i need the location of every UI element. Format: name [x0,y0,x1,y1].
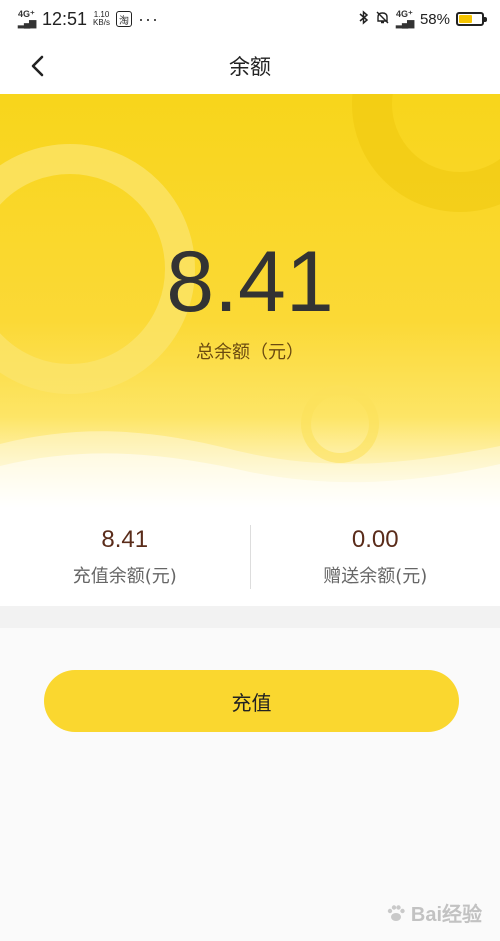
status-bar: 4G⁺ ▂▄▆ 12:51 1.10 KB/s 淘 ··· 4G⁺ ▂▄▆ 58… [0,0,500,38]
mute-icon [375,10,390,28]
battery-icon [456,12,487,26]
paw-icon [387,904,405,921]
balance-breakdown: 8.41 充值余额(元) 0.00 赠送余额(元) [0,508,500,606]
page-title: 余额 [229,55,271,79]
balance-hero: 8.41 总余额（元） [0,94,500,508]
more-notifications: ··· [137,9,159,29]
back-button[interactable] [22,50,54,82]
bluetooth-icon [359,10,369,28]
status-bar-left: 4G⁺ ▂▄▆ 12:51 1.10 KB/s 淘 ··· [18,9,159,30]
total-balance-amount: 8.41 [166,234,334,330]
bonus-balance-value: 0.00 [351,526,399,553]
recharge-balance: 8.41 充值余额(元) [0,526,250,588]
bonus-balance-label: 赠送余额(元) [323,566,428,587]
nav-bar: 余额 [0,38,500,94]
battery-percent: 58% [419,10,450,28]
network-speed: 1.10 KB/s [93,11,110,27]
section-gap [0,606,500,628]
clock: 12:51 [42,8,88,29]
recharge-balance-value: 8.41 [101,526,149,553]
speed-unit: KB/s [93,18,110,27]
recharge-button[interactable]: 充值 [44,670,459,732]
app-glyph: 淘 [118,15,129,27]
total-balance-label: 总余额（元） [196,342,304,363]
taobao-notification-icon: 淘 [115,11,132,27]
action-area: 充值 Bai经验 [0,628,500,941]
recharge-balance-label: 充值余额(元) [72,566,177,587]
battery-fill [459,15,472,23]
signal-icon: 4G⁺ ▂▄▆ [18,9,36,28]
watermark: Bai经验 [385,898,482,927]
bonus-balance: 0.00 赠送余额(元) [251,526,500,588]
signal-icon: 4G⁺ ▂▄▆ [395,9,414,28]
chevron-left-icon [31,55,44,77]
recharge-button-label: 充值 [231,690,272,715]
watermark-text: Bai经验 [410,904,482,926]
status-bar-right: 4G⁺ ▂▄▆ 58% [359,9,487,28]
